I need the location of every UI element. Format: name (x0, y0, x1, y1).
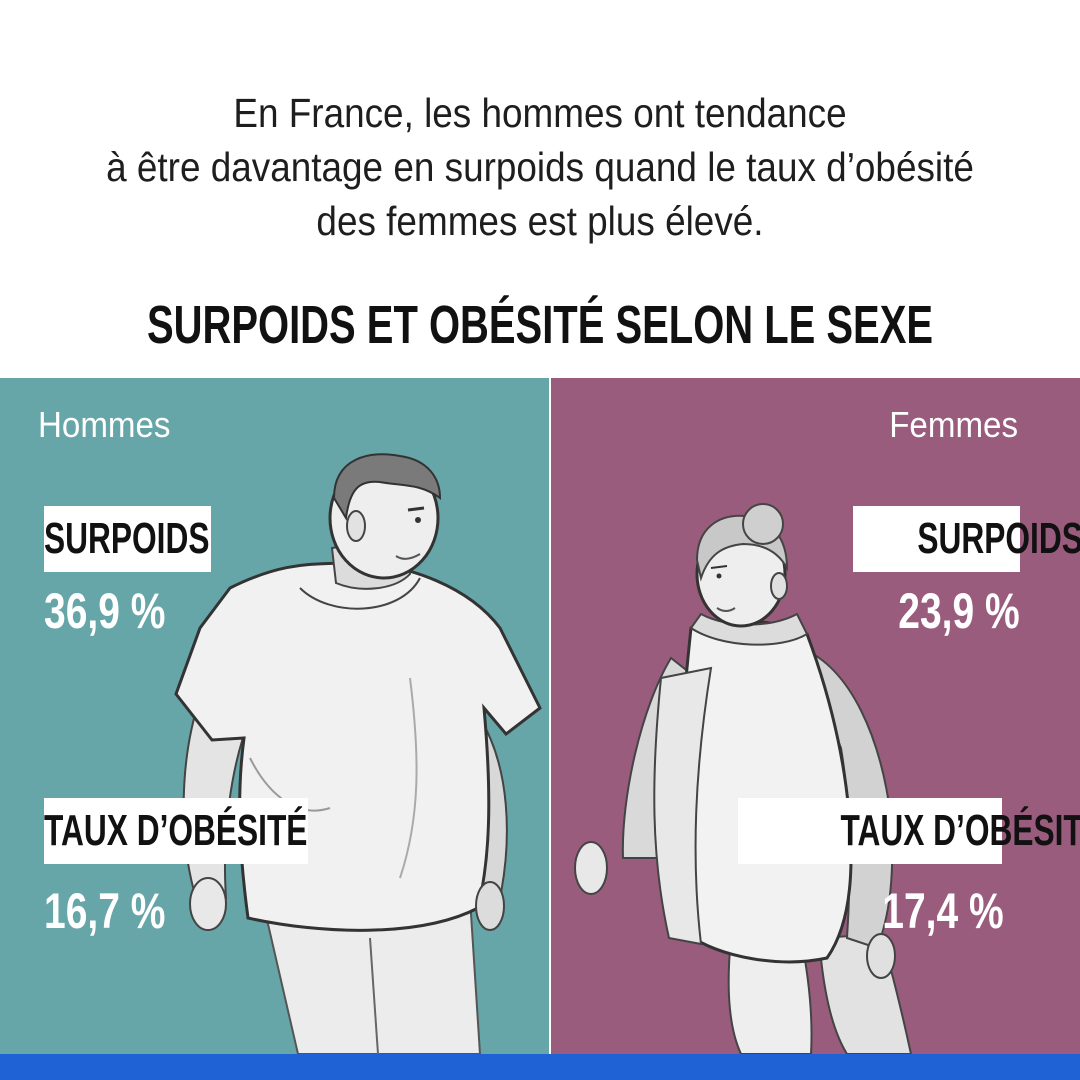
men-overweight-label: SURPOIDS (44, 514, 210, 563)
men-obesity-label: TAUX D’OBÉSITÉ (44, 806, 308, 855)
men-panel: Hommes (0, 378, 549, 1054)
headline: SURPOIDS ET OBÉSITÉ SELON LE SEXE (146, 295, 934, 355)
man-illustration-icon (174, 453, 542, 1054)
men-obesity-tag: TAUX D’OBÉSITÉ (44, 798, 308, 864)
women-obesity-label: TAUX D’OBÉSITÉ (840, 806, 1080, 855)
women-obesity-tag: TAUX D’OBÉSITÉ (738, 798, 1080, 864)
women-obesity-value: 17,4 % (882, 883, 1004, 939)
women-overweight-value: 23,9 % (898, 583, 1020, 639)
panel-divider (549, 378, 551, 1054)
intro-line-2: à être davantage en surpoids quand le ta… (106, 144, 974, 190)
intro-text: En France, les hommes ont tendance à êtr… (54, 86, 1026, 248)
men-overweight-value: 36,9 % (44, 583, 166, 639)
men-obesity-value: 16,7 % (44, 883, 166, 939)
women-label: Femmes (889, 404, 1018, 445)
intro-line-1: En France, les hommes ont tendance (233, 90, 847, 136)
women-overweight-label: SURPOIDS (917, 514, 1080, 563)
women-panel: Femmes (551, 378, 1080, 1054)
men-overweight-tag: SURPOIDS (44, 506, 211, 572)
men-label: Hommes (38, 404, 171, 445)
women-overweight-tag: SURPOIDS (853, 506, 1080, 572)
bottom-bar (0, 1054, 1080, 1080)
woman-illustration-icon (574, 503, 913, 1054)
intro-line-3: des femmes est plus élevé. (316, 198, 764, 244)
